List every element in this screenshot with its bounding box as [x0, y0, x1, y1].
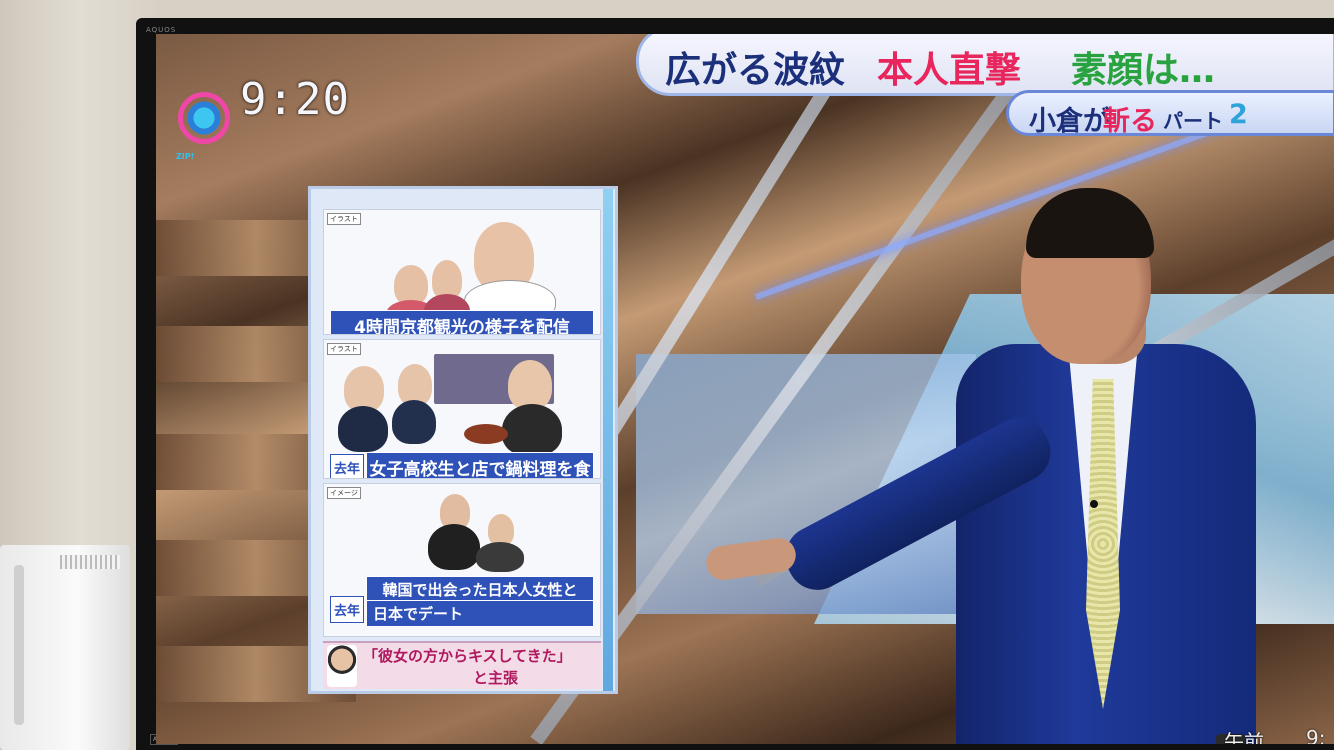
- tv-brand-label: AQUOS: [146, 26, 177, 34]
- illustration-girl-uniform: [392, 400, 436, 444]
- bottom-time-label: 午前: [1224, 730, 1264, 744]
- channel-logo-icon: [178, 92, 230, 144]
- quote-attribution: と主張: [473, 669, 519, 687]
- illustration-man-shirt: [502, 404, 562, 456]
- photo-woman-top: [476, 542, 524, 572]
- quote-text: 「彼女の方からキスしてきた」: [363, 647, 572, 665]
- headline-part-3: 素顔は…: [1071, 50, 1216, 91]
- illustration-hotpot: [464, 424, 508, 444]
- panel-year-badge: 去年: [330, 454, 364, 478]
- panel-tag: イラスト: [327, 213, 361, 225]
- tv-screen: ZIP! 9:20 広がる波紋 本人直撃 素顔は… 小倉が 斬る パート 2 イ…: [156, 34, 1334, 744]
- panel-caption: 女子高校生と店で鍋料理を食べる: [366, 452, 594, 478]
- presenter: [704, 188, 1334, 744]
- headline-banner: 広がる波紋 本人直撃 素顔は…: [636, 34, 1334, 96]
- game-console: [0, 545, 130, 750]
- subheadline-part-2: 斬る: [1103, 106, 1157, 137]
- panel-tag: イラスト: [327, 343, 361, 355]
- headline-part-2: 本人直撃: [877, 50, 1022, 91]
- avatar: [327, 645, 357, 687]
- bottom-time-value: 9:: [1306, 726, 1326, 744]
- subheadline-part-3: パート: [1163, 109, 1223, 133]
- illustration-girl-uniform: [338, 406, 388, 452]
- panel-caption: 4時間京都観光の様子を配信: [330, 310, 594, 334]
- channel-logo-text: ZIP!: [176, 152, 195, 161]
- board-panel-1: イラスト 4時間京都観光の様子を配信: [323, 209, 601, 335]
- board-accent-stripe: [603, 189, 613, 691]
- broadcast-clock: 9:20: [240, 74, 350, 125]
- panel-caption-line-1: 韓国で出会った日本人女性と: [366, 576, 594, 603]
- presenter-hair: [1026, 188, 1154, 258]
- photo-man-jacket: [428, 524, 480, 570]
- console-vent: [60, 555, 120, 569]
- quote-strip: 「彼女の方からキスしてきた」 と主張: [323, 641, 601, 689]
- illustration-woman: [394, 265, 428, 305]
- panel-tag: イメージ: [327, 487, 361, 499]
- board-panel-3: イメージ 去年 韓国で出会った日本人女性と 日本でデート: [323, 483, 601, 637]
- subheadline-banner: 小倉が 斬る パート 2: [1006, 90, 1334, 137]
- board-panel-2: イラスト 去年 女子高校生と店で鍋料理を食べる: [323, 339, 601, 479]
- illustration-man: [508, 360, 552, 410]
- panel-year-badge: 去年: [330, 596, 364, 623]
- subheadline-part-1: 小倉が: [1029, 106, 1110, 137]
- lapel-mic-icon: [1090, 500, 1098, 508]
- subheadline-part-4: 2: [1229, 99, 1248, 130]
- console-disc-slot: [14, 565, 24, 725]
- headline-part-1: 広がる波紋: [665, 50, 846, 91]
- presentation-board: イラスト 4時間京都観光の様子を配信 イラスト 去年 女子高校生と店で鍋料理を食…: [308, 186, 618, 694]
- panel-caption-line-2: 日本でデート: [366, 600, 594, 627]
